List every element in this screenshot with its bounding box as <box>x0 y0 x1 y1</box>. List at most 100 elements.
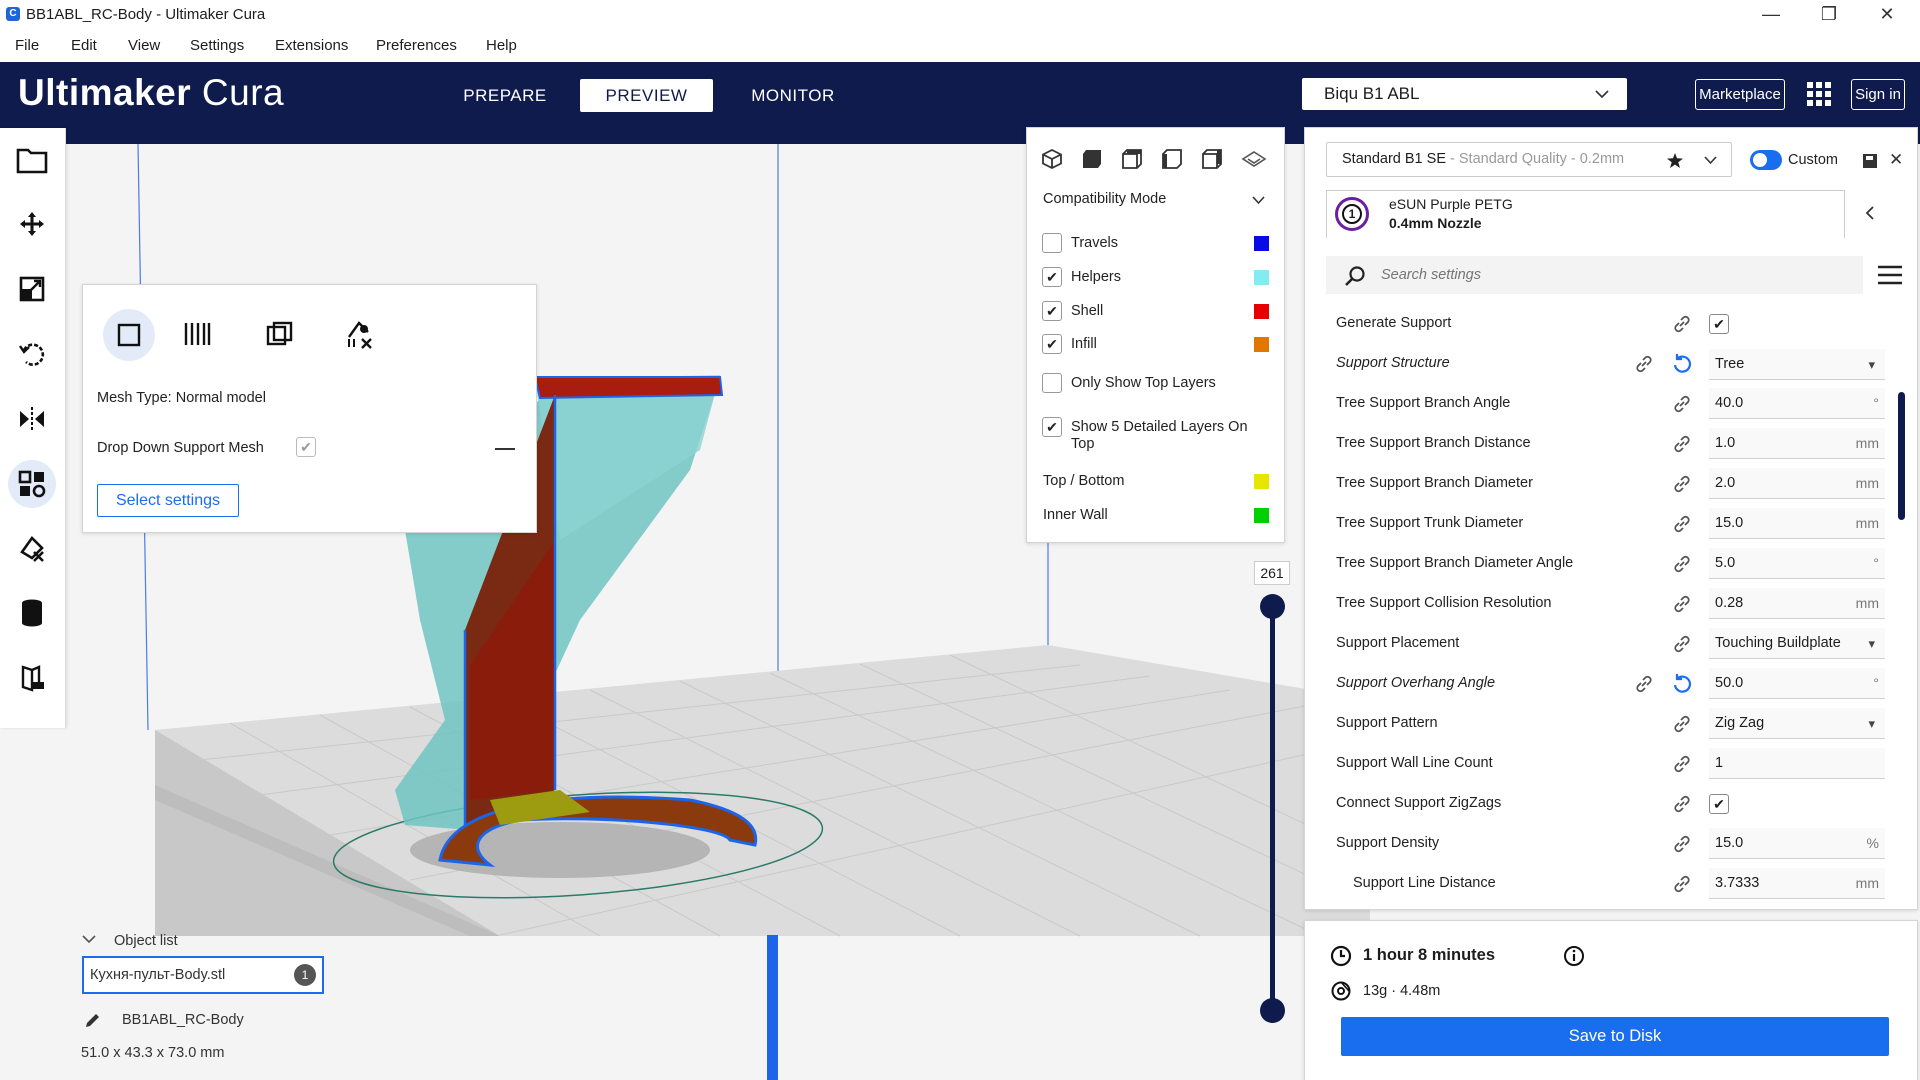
printer-selector[interactable]: Biqu B1 ABL <box>1302 78 1627 110</box>
menu-settings[interactable]: Settings <box>190 37 244 54</box>
menu-file[interactable]: File <box>15 37 39 54</box>
extruder-tab[interactable]: 1 eSUN Purple PETG 0.4mm Nozzle <box>1326 190 1845 238</box>
view-mode-chevron-icon[interactable] <box>1252 196 1265 205</box>
drop-down-support-label: Drop Down Support Mesh <box>97 440 264 456</box>
right-view-icon[interactable] <box>1201 148 1223 170</box>
chevron-down-icon[interactable] <box>82 934 96 944</box>
layer-view-icon[interactable] <box>1241 148 1267 170</box>
front-view-icon[interactable] <box>1081 148 1103 170</box>
normal-model-button[interactable] <box>103 309 155 361</box>
helpers-color-swatch <box>1254 270 1269 285</box>
pencil-edit-icon[interactable] <box>84 1011 102 1029</box>
print-job-panel: 1 hour 8 minutes 13g · 4.48m Save to Dis… <box>1304 920 1918 1080</box>
scale-tool-icon[interactable] <box>8 265 56 313</box>
reset-icon[interactable] <box>1671 673 1693 695</box>
helpers-checkbox[interactable]: ✔ <box>1042 267 1062 287</box>
marketplace-button[interactable]: Marketplace <box>1695 79 1785 110</box>
remove-setting-icon[interactable] <box>495 448 515 450</box>
shell-checkbox[interactable]: ✔ <box>1042 301 1062 321</box>
support-pattern-select[interactable]: Zig Zag ▾ <box>1709 708 1885 739</box>
print-as-support-icon[interactable] <box>183 321 211 352</box>
profile-selector[interactable]: Standard B1 SE - Standard Quality - 0.2m… <box>1326 142 1732 177</box>
3d-view-icon[interactable] <box>1041 148 1063 170</box>
layer-slider-bottom-handle[interactable] <box>1260 998 1285 1023</box>
info-icon[interactable] <box>1563 945 1585 967</box>
support-structure-select[interactable]: Tree ▾ <box>1709 349 1885 380</box>
open-file-icon[interactable] <box>8 136 56 184</box>
link-icon <box>1674 875 1690 893</box>
sign-in-button[interactable]: Sign in <box>1851 79 1905 110</box>
reset-icon[interactable] <box>1671 353 1693 375</box>
layer-number-box[interactable]: 261 <box>1254 561 1290 585</box>
menu-bar: File Edit View Settings Extensions Prefe… <box>0 30 1920 62</box>
connect-zigzags-checkbox[interactable]: ✔ <box>1709 794 1729 814</box>
mirror-tool-icon[interactable] <box>8 395 56 443</box>
only-top-layers-checkbox[interactable] <box>1042 373 1062 393</box>
reading-book-icon[interactable] <box>8 654 56 702</box>
tab-preview[interactable]: PREVIEW <box>580 79 713 112</box>
move-tool-icon[interactable] <box>8 200 56 248</box>
wall-line-count-field[interactable]: 1 <box>1709 748 1885 779</box>
support-blocker-icon[interactable] <box>8 524 56 572</box>
support-density-field[interactable]: 15.0% <box>1709 828 1885 859</box>
chevron-left-icon[interactable] <box>1865 206 1875 220</box>
trunk-diameter-field[interactable]: 15.0 mm <box>1709 508 1885 539</box>
tab-monitor[interactable]: MONITOR <box>743 79 843 112</box>
infill-checkbox[interactable]: ✔ <box>1042 334 1062 354</box>
anti-overhang-mesh-icon[interactable] <box>346 319 376 354</box>
job-name[interactable]: BB1ABL_RC-Body <box>122 1012 244 1028</box>
minimize-button[interactable]: — <box>1742 0 1800 30</box>
top-bottom-color-swatch <box>1254 474 1269 489</box>
maximize-button[interactable]: ❐ <box>1800 0 1858 30</box>
drop-down-support-checkbox[interactable]: ✔ <box>296 437 316 457</box>
branch-angle-field[interactable]: 40.0 ° <box>1709 388 1885 419</box>
top-view-icon[interactable] <box>1121 148 1143 170</box>
save-to-disk-button[interactable]: Save to Disk <box>1341 1017 1889 1056</box>
star-icon[interactable] <box>1667 153 1683 168</box>
cylinder-icon[interactable] <box>8 589 56 637</box>
save-profile-icon[interactable] <box>1862 153 1878 169</box>
overhang-angle-field[interactable]: 50.0 ° <box>1709 668 1885 699</box>
branch-distance-field[interactable]: 1.0 mm <box>1709 428 1885 459</box>
search-settings-box[interactable] <box>1326 256 1863 294</box>
close-panel-icon[interactable]: ✕ <box>1889 150 1903 170</box>
settings-scrollbar[interactable] <box>1898 392 1905 520</box>
collision-resolution-field[interactable]: 0.28 mm <box>1709 588 1885 619</box>
layer-slider-track[interactable] <box>1270 606 1275 1010</box>
tab-prepare[interactable]: PREPARE <box>455 79 555 112</box>
apps-grid-icon[interactable] <box>1806 81 1832 107</box>
link-icon <box>1674 315 1690 333</box>
menu-extensions[interactable]: Extensions <box>275 37 348 54</box>
setting-label: Support Pattern <box>1336 715 1438 731</box>
clock-icon <box>1330 945 1352 967</box>
layer-slider-top-handle[interactable] <box>1260 594 1285 619</box>
close-button[interactable]: ✕ <box>1858 0 1916 30</box>
chevron-down-icon[interactable] <box>1704 156 1717 165</box>
generate-support-checkbox[interactable]: ✔ <box>1709 314 1729 334</box>
rotate-tool-icon[interactable] <box>8 330 56 378</box>
menu-view[interactable]: View <box>128 37 160 54</box>
select-settings-button[interactable]: Select settings <box>97 484 239 517</box>
menu-preferences[interactable]: Preferences <box>376 37 457 54</box>
hamburger-menu-icon[interactable] <box>1878 265 1902 285</box>
support-placement-select[interactable]: Touching Buildplate ▾ <box>1709 628 1885 659</box>
setting-label: Tree Support Collision Resolution <box>1336 595 1552 611</box>
search-input[interactable] <box>1381 263 1841 287</box>
material-name: eSUN Purple PETG <box>1389 196 1513 212</box>
branch-diameter-angle-field[interactable]: 5.0 ° <box>1709 548 1885 579</box>
per-model-settings-icon[interactable] <box>8 460 56 508</box>
window-titlebar: C BB1ABL_RC-Body - Ultimaker Cura — ❐ ✕ <box>0 0 1920 30</box>
top-bottom-label: Top / Bottom <box>1043 473 1125 489</box>
object-list-item[interactable]: Кухня-пульт-Body.stl 1 <box>82 956 324 994</box>
menu-edit[interactable]: Edit <box>71 37 97 54</box>
overlap-settings-icon[interactable] <box>266 321 294 352</box>
setting-label: Tree Support Branch Diameter Angle <box>1336 555 1574 571</box>
branch-diameter-field[interactable]: 2.0 mm <box>1709 468 1885 499</box>
menu-help[interactable]: Help <box>486 37 517 54</box>
custom-toggle[interactable] <box>1750 150 1782 170</box>
detailed-layers-checkbox[interactable]: ✔ <box>1042 417 1062 437</box>
object-file-name: Кухня-пульт-Body.stl <box>90 967 226 983</box>
support-line-distance-field[interactable]: 3.7333 mm <box>1709 868 1885 899</box>
left-view-icon[interactable] <box>1161 148 1183 170</box>
travels-checkbox[interactable] <box>1042 233 1062 253</box>
